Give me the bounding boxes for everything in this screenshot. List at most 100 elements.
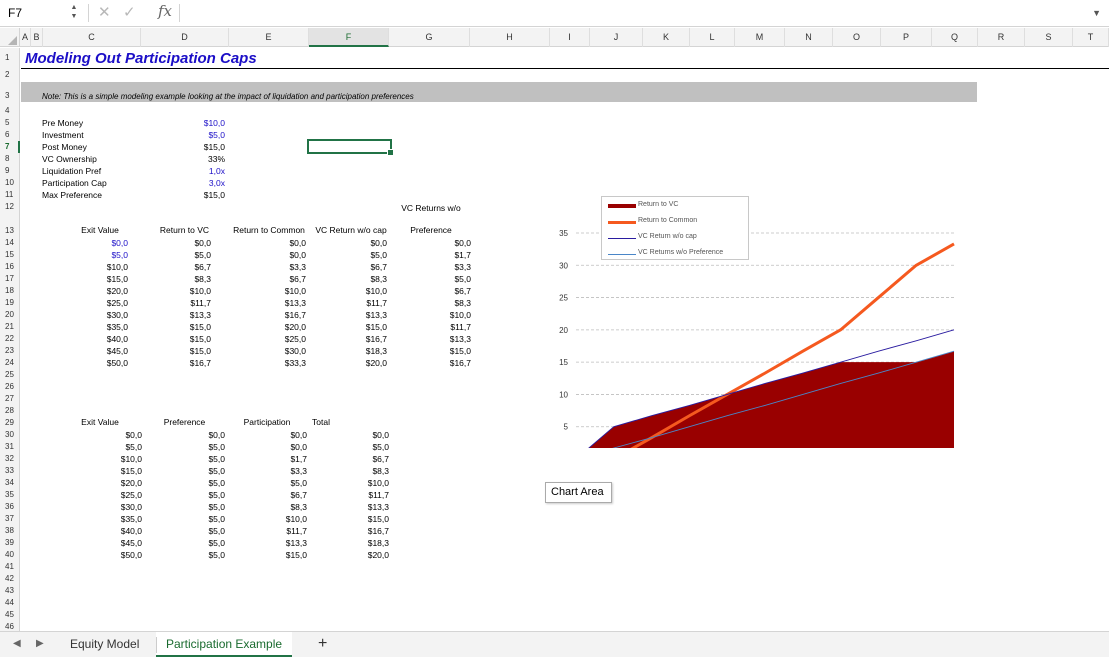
row-header-30[interactable]: 30: [0, 429, 20, 441]
table-cell[interactable]: $0,0: [82, 429, 142, 441]
input-value[interactable]: $5,0: [171, 129, 225, 141]
row-header-38[interactable]: 38: [0, 525, 20, 537]
table-cell[interactable]: $5,0: [82, 441, 142, 453]
table-cell[interactable]: $6,7: [329, 453, 389, 465]
chevron-up-icon[interactable]: ▲: [69, 3, 79, 12]
table-cell[interactable]: $50,0: [68, 357, 128, 369]
table-cell[interactable]: $0,0: [246, 249, 306, 261]
next-sheet-icon[interactable]: ▶: [36, 638, 44, 649]
row-header-39[interactable]: 39: [0, 537, 20, 549]
row-header-22[interactable]: 22: [0, 333, 20, 345]
table-cell[interactable]: $10,0: [329, 477, 389, 489]
table-cell[interactable]: $0,0: [327, 237, 387, 249]
table-cell[interactable]: $5,0: [151, 249, 211, 261]
row-header-4[interactable]: 4: [0, 105, 20, 117]
row-header-28[interactable]: 28: [0, 405, 20, 417]
sheet-tab-participation-example[interactable]: Participation Example: [156, 632, 293, 657]
column-header-l[interactable]: L: [690, 28, 735, 47]
table-cell[interactable]: $6,7: [411, 285, 471, 297]
table-cell[interactable]: $15,0: [329, 513, 389, 525]
table-cell[interactable]: $10,0: [247, 513, 307, 525]
formula-input[interactable]: [181, 3, 1081, 23]
column-header-c[interactable]: C: [43, 28, 141, 47]
column-header-i[interactable]: I: [550, 28, 590, 47]
table-cell[interactable]: $13,3: [411, 333, 471, 345]
table-cell[interactable]: $13,3: [151, 309, 211, 321]
table-cell[interactable]: $15,0: [151, 321, 211, 333]
row-header-33[interactable]: 33: [0, 465, 20, 477]
table-cell[interactable]: $15,0: [68, 273, 128, 285]
legend-item[interactable]: Return to VC: [608, 200, 748, 212]
legend-item[interactable]: Return to Common: [608, 216, 748, 228]
table-cell[interactable]: $5,0: [165, 453, 225, 465]
table-cell[interactable]: $5,0: [327, 249, 387, 261]
row-header-2[interactable]: 2: [0, 69, 20, 81]
row-header-17[interactable]: 17: [0, 273, 20, 285]
table-cell[interactable]: $15,0: [411, 345, 471, 357]
table-cell[interactable]: $20,0: [68, 285, 128, 297]
table-cell[interactable]: $30,0: [68, 309, 128, 321]
table-cell[interactable]: $3,3: [247, 465, 307, 477]
table-cell[interactable]: $20,0: [82, 477, 142, 489]
table-cell[interactable]: $30,0: [246, 345, 306, 357]
input-value[interactable]: 33%: [171, 153, 225, 165]
table-cell[interactable]: $13,3: [327, 309, 387, 321]
table-cell[interactable]: $10,0: [68, 261, 128, 273]
input-value[interactable]: $10,0: [171, 117, 225, 129]
table-cell[interactable]: $6,7: [246, 273, 306, 285]
table-cell[interactable]: $20,0: [329, 549, 389, 561]
table-cell[interactable]: $0,0: [165, 429, 225, 441]
row-header-34[interactable]: 34: [0, 477, 20, 489]
cancel-icon[interactable]: ✕: [98, 3, 111, 21]
table-cell[interactable]: $25,0: [82, 489, 142, 501]
legend-item[interactable]: VC Returns w/o Preference: [608, 248, 748, 260]
column-header-b[interactable]: B: [31, 28, 43, 47]
column-header-q[interactable]: Q: [932, 28, 978, 47]
function-icon[interactable]: fx: [158, 2, 172, 20]
table-cell[interactable]: $8,3: [329, 465, 389, 477]
row-header-13[interactable]: 13: [0, 225, 20, 237]
row-header-18[interactable]: 18: [0, 285, 20, 297]
input-value[interactable]: $15,0: [171, 141, 225, 153]
table-cell[interactable]: $5,0: [68, 249, 128, 261]
expand-formula-bar-icon[interactable]: ▼: [1092, 8, 1101, 18]
row-header-40[interactable]: 40: [0, 549, 20, 561]
table-cell[interactable]: $15,0: [82, 465, 142, 477]
table-cell[interactable]: $1,7: [247, 453, 307, 465]
column-header-d[interactable]: D: [141, 28, 229, 47]
table-cell[interactable]: $5,0: [247, 477, 307, 489]
table-cell[interactable]: $0,0: [411, 237, 471, 249]
table-cell[interactable]: $5,0: [165, 537, 225, 549]
column-header-m[interactable]: M: [735, 28, 785, 47]
legend-item[interactable]: VC Return w/o cap: [608, 232, 748, 244]
row-header-1[interactable]: 1: [0, 52, 20, 64]
input-value[interactable]: $15,0: [171, 189, 225, 201]
row-header-24[interactable]: 24: [0, 357, 20, 369]
table-cell[interactable]: $3,3: [411, 261, 471, 273]
row-header-7[interactable]: 7: [0, 141, 20, 153]
column-header-e[interactable]: E: [229, 28, 309, 47]
prev-sheet-icon[interactable]: ◀: [13, 638, 21, 649]
row-header-41[interactable]: 41: [0, 561, 20, 573]
input-value[interactable]: 1,0x: [171, 165, 225, 177]
row-header-26[interactable]: 26: [0, 381, 20, 393]
table-cell[interactable]: $40,0: [68, 333, 128, 345]
table-cell[interactable]: $45,0: [82, 537, 142, 549]
input-value[interactable]: 3,0x: [171, 177, 225, 189]
table-cell[interactable]: $1,7: [411, 249, 471, 261]
select-all-button[interactable]: [0, 28, 20, 47]
table-cell[interactable]: $15,0: [247, 549, 307, 561]
column-header-o[interactable]: O: [833, 28, 881, 47]
row-header-36[interactable]: 36: [0, 501, 20, 513]
table-cell[interactable]: $0,0: [246, 237, 306, 249]
row-header-11[interactable]: 11: [0, 189, 20, 201]
row-header-42[interactable]: 42: [0, 573, 20, 585]
table-cell[interactable]: $30,0: [82, 501, 142, 513]
table-cell[interactable]: $15,0: [151, 345, 211, 357]
row-header-21[interactable]: 21: [0, 321, 20, 333]
table-cell[interactable]: $10,0: [411, 309, 471, 321]
table-cell[interactable]: $10,0: [82, 453, 142, 465]
row-header-19[interactable]: 19: [0, 297, 20, 309]
table-cell[interactable]: $11,7: [329, 489, 389, 501]
row-header-43[interactable]: 43: [0, 585, 20, 597]
